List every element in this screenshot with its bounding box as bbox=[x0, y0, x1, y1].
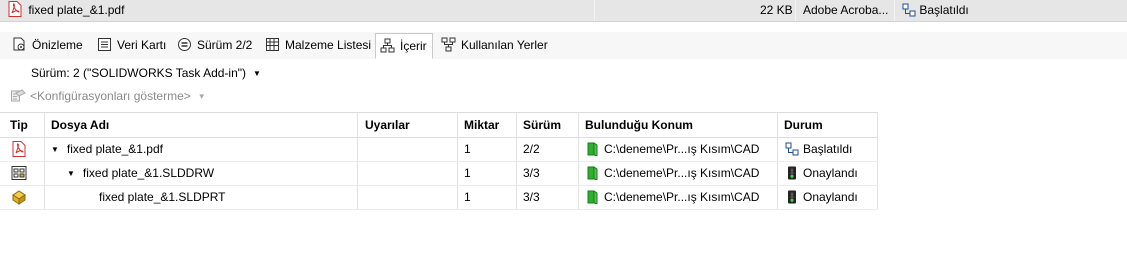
tab-label: Kullanılan Yerler bbox=[461, 38, 548, 52]
file-name: fixed plate_&1.pdf bbox=[28, 3, 125, 17]
divider bbox=[0, 22, 1127, 30]
version-dropdown[interactable]: Sürüm: 2 ("SOLIDWORKS Task Add-in") ▼ bbox=[31, 66, 261, 80]
column-header-file-name[interactable]: Dosya Adı bbox=[51, 113, 109, 137]
location-text: C:\deneme\Pr...ış Kısım\CAD bbox=[604, 190, 760, 204]
tab-bom[interactable]: Malzeme Listesi bbox=[261, 33, 371, 57]
file-size: 22 KB bbox=[760, 3, 793, 17]
status-text: Onaylandı bbox=[803, 190, 858, 204]
drawing-file-icon bbox=[11, 166, 27, 180]
column-header-quantity[interactable]: Miktar bbox=[464, 113, 499, 137]
file-state-label: Başlatıldı bbox=[919, 3, 969, 17]
location-cell: C:\deneme\Pr...ış Kısım\CAD bbox=[587, 137, 759, 161]
configuration-dropdown[interactable]: <Konfigürasyonları gösterme> ▼ bbox=[10, 88, 206, 104]
quantity-cell: 1 bbox=[464, 166, 471, 180]
status-cell: Onaylandı bbox=[785, 161, 858, 185]
column-header-status[interactable]: Durum bbox=[784, 113, 823, 137]
column-header-location[interactable]: Bulunduğu Konum bbox=[585, 113, 693, 137]
file-name-cell: ▼ fixed plate_&1.pdf bbox=[51, 137, 163, 161]
column-header-warnings[interactable]: Uyarılar bbox=[365, 113, 410, 137]
vault-folder-icon bbox=[587, 190, 598, 204]
tab-where-used[interactable]: Kullanılan Yerler bbox=[437, 33, 548, 57]
file-application: Adobe Acroba... bbox=[803, 3, 889, 17]
tab-data-card[interactable]: Veri Kartı bbox=[93, 33, 166, 57]
table-row[interactable]: ▼ fixed plate_&1.pdf 1 2/2 C:\deneme\Pr..… bbox=[0, 137, 878, 162]
collapse-arrow-icon[interactable]: ▼ bbox=[51, 138, 59, 162]
tab-label: Önizleme bbox=[32, 38, 83, 52]
tab-contains[interactable]: İçerir bbox=[375, 33, 433, 59]
bom-icon bbox=[266, 38, 279, 51]
location-cell: C:\deneme\Pr...ış Kısım\CAD bbox=[587, 161, 759, 185]
file-cell: fixed plate_&1.pdf bbox=[8, 0, 124, 21]
version-icon bbox=[178, 38, 191, 51]
preview-icon bbox=[13, 37, 25, 51]
collapse-arrow-icon[interactable]: ▼ bbox=[67, 162, 75, 186]
location-text: C:\deneme\Pr...ış Kısım\CAD bbox=[604, 166, 760, 180]
vault-folder-icon bbox=[587, 166, 598, 180]
table-row[interactable]: fixed plate_&1.SLDPRT 1 3/3 C:\deneme\Pr… bbox=[0, 185, 878, 210]
file-name-cell: fixed plate_&1.SLDPRT bbox=[99, 185, 226, 209]
status-cell: Onaylandı bbox=[785, 185, 858, 209]
location-text: C:\deneme\Pr...ış Kısım\CAD bbox=[604, 142, 760, 156]
part-file-icon bbox=[12, 190, 26, 205]
approved-icon bbox=[788, 190, 796, 204]
file-name: fixed plate_&1.SLDPRT bbox=[99, 190, 226, 204]
data-card-icon bbox=[98, 38, 111, 51]
tab-label: İçerir bbox=[400, 39, 427, 53]
vault-folder-icon bbox=[587, 142, 598, 156]
caret-down-icon: ▼ bbox=[253, 69, 261, 78]
tab-label: Veri Kartı bbox=[117, 38, 167, 52]
tab-label: Sürüm 2/2 bbox=[197, 38, 253, 52]
contains-icon bbox=[380, 38, 395, 53]
tab-label: Malzeme Listesi bbox=[285, 38, 372, 52]
status-text: Onaylandı bbox=[803, 166, 858, 180]
status-text: Başlatıldı bbox=[803, 142, 853, 156]
tab-bar: Önizleme Veri Kartı Sürüm 2/2 Malzeme Li… bbox=[0, 32, 1127, 59]
quantity-cell: 1 bbox=[464, 190, 471, 204]
configurations-icon bbox=[11, 89, 26, 102]
version-dropdown-label: Sürüm: 2 ("SOLIDWORKS Task Add-in") bbox=[31, 66, 247, 80]
workflow-started-icon bbox=[902, 3, 916, 17]
tab-preview[interactable]: Önizleme bbox=[8, 33, 83, 57]
file-name: fixed plate_&1.pdf bbox=[66, 142, 163, 156]
column-header-version[interactable]: Sürüm bbox=[523, 113, 561, 137]
tab-version[interactable]: Sürüm 2/2 bbox=[173, 33, 252, 57]
caret-down-icon: ▼ bbox=[197, 92, 206, 101]
file-list-row[interactable]: fixed plate_&1.pdf 22 KB Adobe Acroba...… bbox=[0, 0, 1127, 22]
file-name: fixed plate_&1.SLDDRW bbox=[82, 166, 215, 180]
version-cell: 3/3 bbox=[523, 190, 540, 204]
pdf-file-icon bbox=[12, 141, 26, 157]
file-name-cell: ▼ fixed plate_&1.SLDDRW bbox=[67, 161, 214, 185]
where-used-icon bbox=[441, 37, 456, 52]
quantity-cell: 1 bbox=[464, 142, 471, 156]
status-cell: Başlatıldı bbox=[785, 137, 852, 161]
pdf-file-icon bbox=[8, 1, 22, 17]
version-cell: 2/2 bbox=[523, 142, 540, 156]
table-row[interactable]: ▼ fixed plate_&1.SLDDRW 1 3/3 C:\deneme\P… bbox=[0, 161, 878, 186]
location-cell: C:\deneme\Pr...ış Kısım\CAD bbox=[587, 185, 759, 209]
table-header: Tip Dosya Adı Uyarılar Miktar Sürüm Bulu… bbox=[0, 112, 878, 138]
file-state: Başlatıldı bbox=[902, 0, 969, 21]
workflow-started-icon bbox=[785, 142, 799, 156]
version-cell: 3/3 bbox=[523, 166, 540, 180]
configuration-dropdown-label: <Konfigürasyonları gösterme> bbox=[30, 89, 191, 103]
approved-icon bbox=[788, 166, 796, 180]
column-header-type[interactable]: Tip bbox=[10, 113, 28, 137]
